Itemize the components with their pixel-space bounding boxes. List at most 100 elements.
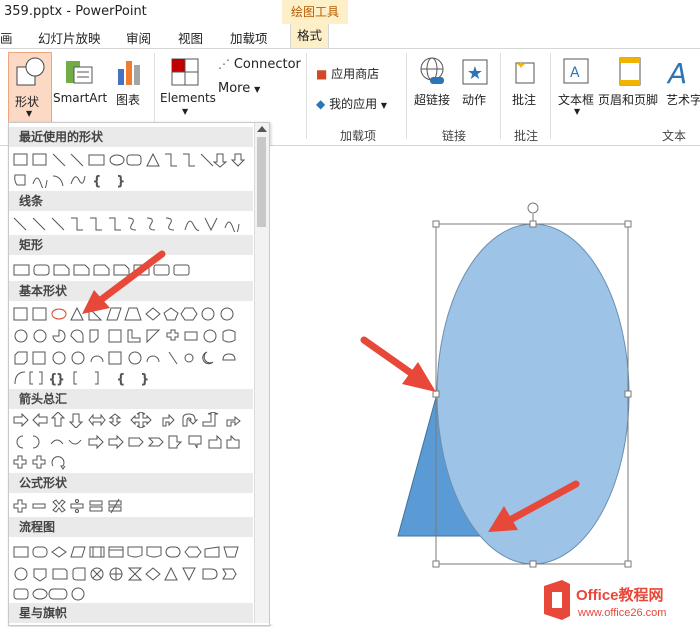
hyperlink-button[interactable]: 超链接 (414, 55, 450, 107)
connector-button[interactable]: ⋰ Connector (218, 57, 301, 72)
links-group-label: 链接 (442, 129, 467, 143)
chevron-down-icon: ▼ (574, 107, 581, 116)
svg-text:A: A (666, 57, 687, 89)
line-shapes-icons[interactable] (13, 216, 253, 232)
scroll-up-icon[interactable] (257, 126, 267, 132)
shape-row-equation (13, 497, 133, 515)
header-footer-button[interactable]: 页眉和页脚 (598, 55, 658, 107)
flowchart-shapes-icons-1[interactable] (13, 544, 257, 560)
more-label: More (218, 81, 251, 96)
title-bar: 359.pptx - PowerPoint 绘图工具 (0, 0, 700, 24)
slide-canvas[interactable] (270, 146, 700, 624)
rotate-handle-icon[interactable] (527, 202, 539, 214)
smartart-button[interactable]: SmartArt (52, 55, 107, 105)
arrow-shapes-icons-2[interactable] (13, 434, 257, 450)
basic-shapes-icons-4[interactable]: {} {} (13, 370, 173, 386)
wordart-button[interactable]: A 艺术字 (664, 55, 700, 107)
app-store-button[interactable]: ■ 应用商店 (316, 65, 379, 82)
recent-shapes-icons-2[interactable]: {} (13, 172, 153, 188)
svg-text:★: ★ (467, 63, 483, 84)
category-lines: 线条 (9, 191, 253, 211)
category-equation-shapes: 公式形状 (9, 473, 253, 493)
shapes-icon (16, 57, 45, 86)
category-recent-shapes: 最近使用的形状 (9, 127, 253, 147)
shape-row-flowchart-2 (13, 565, 257, 583)
comment-button[interactable]: ✦ 批注 (508, 55, 542, 107)
more-button[interactable]: More ▼ (218, 81, 260, 96)
equation-shapes-icons[interactable] (13, 498, 133, 514)
recent-shapes-icons[interactable] (13, 152, 253, 168)
tab-format[interactable]: 格式 (290, 24, 330, 48)
chevron-down-icon: ▼ (254, 85, 261, 94)
tab-addins[interactable]: 加载项 (230, 28, 268, 47)
textbox-label: 文本框 (558, 93, 595, 107)
shapes-label: 形状 (15, 95, 40, 109)
office-logo-icon: Office教程网 www.office26.com (544, 580, 666, 620)
shape-row-lines (13, 215, 253, 233)
shape-row-recent-1 (13, 151, 253, 169)
globe-link-icon (420, 57, 444, 84)
tab-review[interactable]: 审阅 (126, 28, 151, 47)
shape-row-flowchart-1 (13, 543, 257, 561)
action-label: 动作 (462, 93, 487, 107)
connector-icon: ⋰ (218, 57, 230, 71)
shapes-gallery-panel: 最近使用的形状 {} 线条 矩形 基本形状 {} {} 箭头总汇 公式形状 流… (8, 122, 270, 626)
bar-chart-icon (118, 61, 140, 85)
wordart-icon: A (666, 57, 687, 90)
my-apps-button[interactable]: ◆ 我的应用 ▼ (316, 95, 387, 112)
header-footer-label: 页眉和页脚 (598, 93, 659, 107)
basic-shapes-icons-2[interactable] (13, 328, 257, 344)
slide-shapes (360, 202, 632, 568)
watermark-url: www.office26.com (577, 607, 666, 619)
store-icon: ■ (316, 67, 328, 81)
shapes-button[interactable]: 形状 ▼ (8, 52, 52, 124)
tab-draw[interactable]: 画 (0, 28, 13, 47)
category-flowchart: 流程图 (9, 517, 253, 537)
comment-label: 批注 (512, 93, 537, 107)
addins-group-label: 加载项 (340, 129, 377, 143)
chevron-down-icon: ▼ (380, 101, 388, 110)
text-group-label: 文本 (662, 129, 687, 143)
flowchart-shapes-icons-3[interactable] (13, 586, 113, 602)
action-button[interactable]: ★ 动作 (460, 55, 490, 107)
elements-button[interactable]: Elements ▼ (160, 55, 216, 116)
annotation-arrow-gallery (82, 250, 166, 314)
svg-text:{: { (117, 372, 125, 386)
comment-group-label: 批注 (514, 129, 539, 143)
category-stars-banners: 星与旗帜 (9, 603, 253, 623)
scroll-thumb[interactable] (257, 137, 266, 227)
smartart-icon (66, 61, 93, 84)
shape-row-basic-4: {} {} (13, 369, 173, 387)
arrow-shapes-icons-3[interactable] (13, 454, 93, 470)
svg-text:}: } (117, 174, 125, 188)
chart-label: 图表 (116, 93, 141, 107)
tab-slideshow[interactable]: 幻灯片放映 (38, 28, 101, 47)
ribbon-tabs: 画 幻灯片放映 审阅 视图 加载项 格式 (0, 24, 700, 49)
context-tab-drawing-tools: 绘图工具 (282, 0, 348, 24)
shape-row-arrows-1 (13, 411, 257, 429)
connector-label: Connector (233, 57, 301, 72)
shape-row-basic-2 (13, 327, 257, 345)
window-title: 359.pptx - PowerPoint (4, 4, 147, 19)
watermark-logo: Office教程网 www.office26.com (540, 578, 700, 622)
flowchart-shapes-icons-2[interactable] (13, 566, 257, 582)
tab-view[interactable]: 视图 (178, 28, 203, 47)
wordart-label: 艺术字 (666, 93, 700, 107)
textbox-icon: A (563, 58, 589, 84)
basic-shapes-icons-3[interactable] (13, 350, 257, 366)
annotation-arrow-left-point (360, 336, 436, 392)
shape-row-arrows-2 (13, 433, 257, 451)
comment-icon: ✦ (515, 58, 535, 84)
shape-row-arrows-3 (13, 453, 93, 471)
svg-text:}: } (141, 372, 149, 386)
svg-text:{}: {} (49, 372, 64, 386)
my-apps-icon: ◆ (316, 97, 326, 111)
panel-scrollbar[interactable] (254, 123, 269, 623)
svg-text:{: { (93, 174, 101, 188)
textbox-button[interactable]: A 文本框 ▼ (556, 55, 596, 116)
svg-text:✦: ✦ (516, 58, 526, 72)
elements-grid-icon (171, 58, 199, 86)
ellipse-shape[interactable] (436, 223, 630, 565)
arrow-shapes-icons-1[interactable] (13, 412, 257, 428)
chart-button[interactable]: 图表 (112, 55, 146, 107)
